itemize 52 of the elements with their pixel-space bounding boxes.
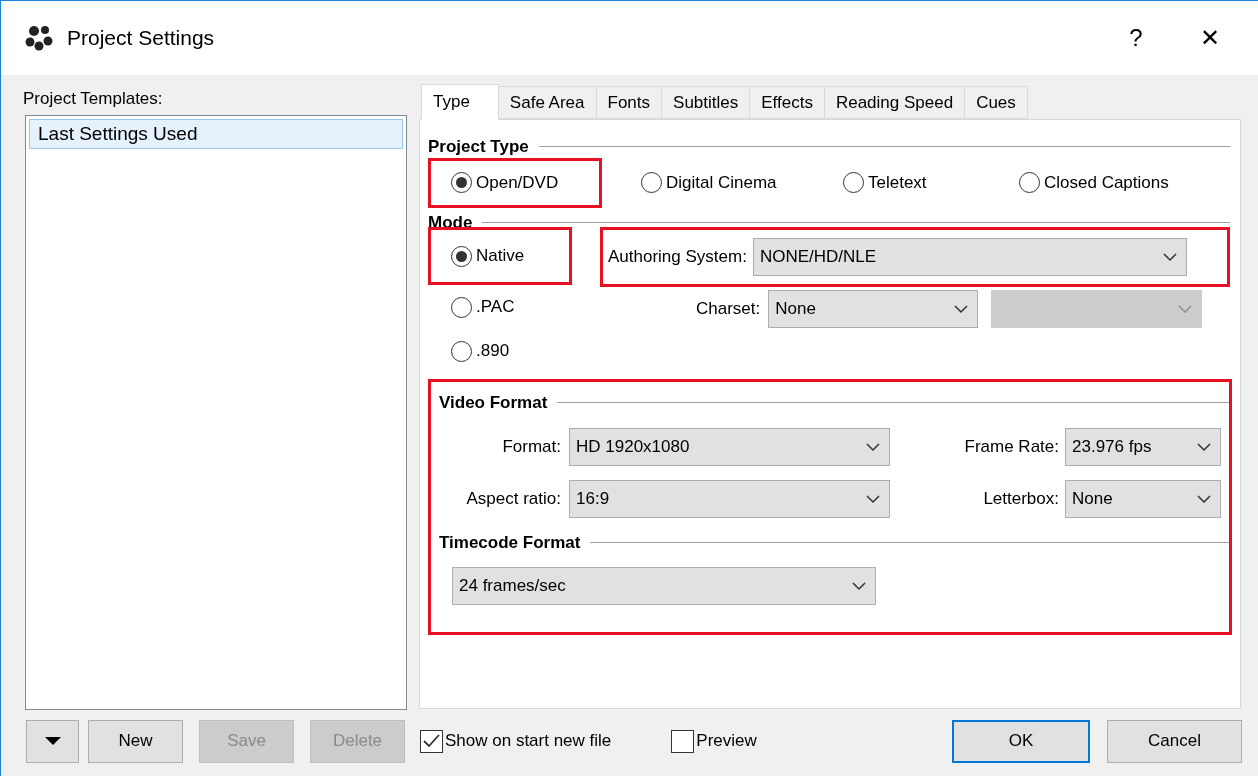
ok-button[interactable]: OK [952,719,1090,763]
dropdown[interactable]: 24 frames/sec [452,567,876,605]
chevron-down-icon [1196,441,1212,452]
list-item[interactable]: Last Settings Used [29,119,403,149]
field-label: Charset: [696,298,761,321]
field-label: Aspect ratio: [466,487,561,510]
field-label: Letterbox: [983,487,1059,510]
dropdown[interactable]: None [1065,479,1221,518]
checkbox[interactable]: Preview [671,728,757,754]
radio-button[interactable]: Teletext [843,169,927,196]
radio-button[interactable]: .PAC [451,294,515,320]
tab[interactable]: Safe Area [498,86,597,119]
tab[interactable]: Subtitles [662,86,751,119]
tab[interactable]: Fonts [596,86,663,119]
dropdown[interactable]: NONE/HD/NLE [752,238,1187,276]
chevron-down-icon [1161,252,1178,262]
tab[interactable]: Effects [750,86,825,119]
chevron-down-icon [1177,304,1194,314]
chevron-down-icon [865,441,881,452]
section-heading: Project Type [428,136,529,158]
dropdown[interactable]: 23.976 fps [1065,427,1221,466]
list-label: Project Templates: [23,88,164,111]
dropdown[interactable]: None [768,290,979,328]
radio-button[interactable]: Native [451,243,525,269]
help-button[interactable]: ? [1106,16,1166,60]
radio-button[interactable]: .890 [451,338,510,364]
dropdown[interactable]: 16:9 [569,479,890,518]
section-heading: Video Format [439,392,548,414]
field-label: Frame Rate: [964,435,1059,458]
app-logo-icon [25,25,53,51]
field-label: Format: [502,435,561,458]
field-label: Authoring System: [608,246,747,269]
chevron-down-icon [1196,493,1212,504]
chevron-down-icon [865,493,881,504]
radio-button[interactable]: Digital Cinema [641,169,777,196]
radio-button[interactable]: Closed Captions [1019,169,1169,196]
check-icon [423,734,440,748]
cancel-button[interactable]: Cancel [1107,719,1242,763]
radio-button[interactable]: Open/DVD [451,169,559,196]
caret-icon [43,736,62,746]
dropdown[interactable]: HD 1920x1080 [569,427,890,466]
tab[interactable]: Reading Speed [824,86,966,119]
tab[interactable]: Type [421,84,499,120]
footer-button[interactable]: New [88,719,183,763]
section-heading: Timecode Format [439,531,581,554]
chevron-down-icon [851,581,867,591]
menu-button[interactable] [26,719,79,763]
checkbox[interactable]: Show on start new file [420,728,612,754]
chevron-down-icon [953,304,970,314]
tab[interactable]: Cues [965,86,1028,119]
window-title: Project Settings [67,25,215,52]
close-button[interactable]: ✕ [1180,16,1240,60]
